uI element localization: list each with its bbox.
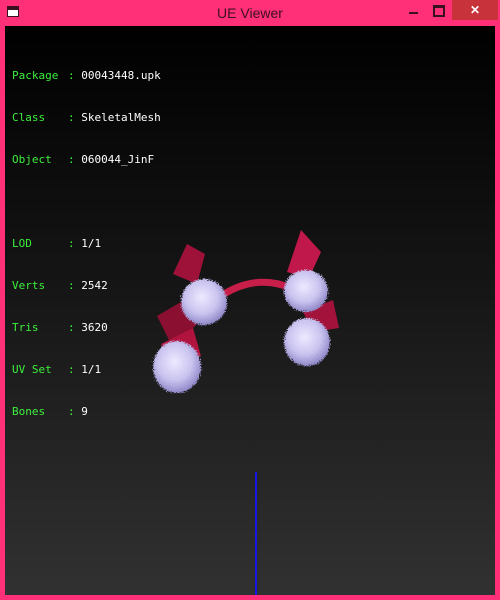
close-icon: ✕ [469, 3, 481, 17]
verts-value: 2542 [81, 279, 108, 292]
class-value: SkeletalMesh [81, 111, 161, 124]
minimize-button[interactable] [400, 0, 427, 20]
uvset-value: 1/1 [81, 363, 102, 376]
tris-value: 3620 [81, 321, 108, 334]
uvset-label: UV Set [12, 363, 52, 376]
info-class: Class: SkeletalMesh [12, 111, 161, 124]
tris-label: Tris [12, 321, 39, 334]
maximize-icon [432, 4, 445, 17]
class-label: Class [12, 111, 46, 124]
object-value: 060044_JinF [81, 153, 155, 166]
info-uvset: UV Set: 1/1 [12, 363, 102, 376]
minimize-icon [409, 11, 418, 14]
maximize-button[interactable] [425, 0, 452, 20]
info-lod: LOD: 1/1 [12, 237, 102, 250]
left-top-fur-ball [181, 279, 227, 325]
package-value: 00043448.upk [81, 69, 161, 82]
info-package: Package: 00043448.upk [12, 69, 161, 82]
object-label: Object [12, 153, 52, 166]
package-label: Package [12, 69, 59, 82]
info-object: Object: 060044_JinF [12, 153, 155, 166]
right-bottom-fur-ball [284, 318, 330, 366]
close-button[interactable]: ✕ [452, 0, 498, 20]
bones-label: Bones [12, 405, 46, 418]
bones-value: 9 [81, 405, 88, 418]
headband [220, 278, 295, 298]
info-tris: Tris: 3620 [12, 321, 108, 334]
lod-value: 1/1 [81, 237, 102, 250]
info-verts: Verts: 2542 [12, 279, 108, 292]
verts-label: Verts [12, 279, 46, 292]
info-bones: Bones: 9 [12, 405, 88, 418]
right-top-fur-ball [284, 270, 328, 312]
3d-viewport[interactable]: Package: 00043448.upk Class: SkeletalMes… [5, 26, 495, 595]
mesh-info-panel: Package: 00043448.upk Class: SkeletalMes… [12, 41, 161, 447]
lod-label: LOD [12, 237, 32, 250]
title-bar[interactable]: UE Viewer ✕ [0, 0, 500, 26]
